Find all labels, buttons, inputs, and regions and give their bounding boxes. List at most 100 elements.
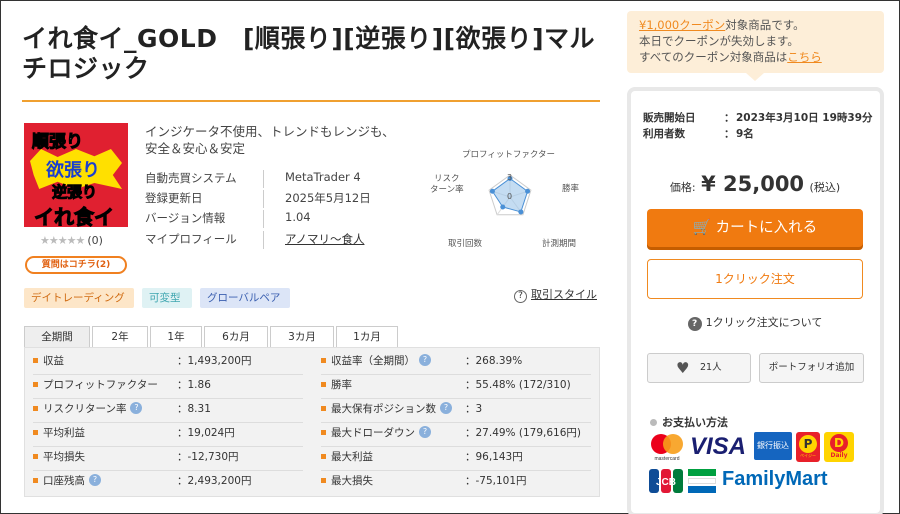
stat-value: ：-75,101円 [465,471,527,492]
jcb-logo: JCB [649,469,683,493]
stat-value: ：19,024円 [177,423,235,444]
cart-icon: 🛒 [692,218,712,236]
title-divider [22,100,600,102]
stat-label: 口座残高 [43,475,85,487]
visa-logo: VISA [690,433,747,460]
stat-row: 勝率 ：55.48% (172/310) [321,375,591,396]
stat-label: 最大利益 [331,451,373,463]
stat-value: ：268.39% [465,351,522,372]
info-icon[interactable]: ? [419,426,431,438]
sale-start-label: 販売開始日 [643,112,696,124]
bullet-icon [321,453,326,459]
payment-title-label: お支払い方法 [662,416,728,429]
stat-value: ：2,493,200円 [177,471,251,492]
radar-label-winrate: 勝率 [562,184,580,194]
coupon-text: 対象商品です。 [725,18,805,32]
stat-label: 最大ドローダウン [331,427,415,439]
stat-value-text: 27.49% (179,616円) [475,427,582,439]
stat-separator: ： [177,427,188,439]
spec-value: 2025年5月12日 [285,191,371,205]
tab-6m[interactable]: 6カ月 [204,326,268,348]
stat-row: 最大利益 ：96,143円 [321,447,591,468]
stat-label: 平均損失 [43,451,85,463]
radar-label-period: 計測期間 [542,239,577,249]
stat-row: プロフィットファクター ：1.86 [33,375,303,396]
stat-value: ：-12,730円 [177,447,239,468]
favorite-count: 21人 [700,362,722,373]
coupon-notice: ¥1,000クーポン対象商品です。 本日でクーポンが失効します。 すべてのクーポ… [627,11,884,81]
radar-point [500,204,506,210]
stat-value: ：1,493,200円 [177,351,251,372]
svg-text:JCB: JCB [656,477,676,488]
stat-row: 平均損失 ：-12,730円 [33,447,303,468]
stat-value: ：55.48% (172/310) [465,375,571,396]
add-to-cart-button[interactable]: 🛒 カートに入れる [647,209,863,247]
thumb-text-3: 逆張り [51,183,98,202]
stat-label: プロフィットファクター [43,379,158,391]
info-icon[interactable]: ? [89,474,101,486]
one-click-order-button[interactable]: 1クリック注文 [647,259,863,299]
stat-value-text: 1.86 [187,379,211,391]
stat-value-text: 1,493,200円 [187,355,252,367]
trade-style-link[interactable]: ? 取引スタイル [514,286,597,303]
tab-all[interactable]: 全期間 [24,326,90,348]
stat-row: 収益 ：1,493,200円 [33,351,303,372]
stat-value-text: 96,143円 [475,451,523,463]
stat-value-text: -75,101円 [475,475,527,487]
thumb-text-4: イれ食イ [34,205,115,228]
rating-count: (0) [87,234,103,247]
radar-label-rr: リスク ターン率 [430,174,464,195]
tag-variable[interactable]: 可変型 [142,288,192,308]
info-icon[interactable]: ? [419,354,431,366]
one-click-help-link[interactable]: ? 1クリック注文について [646,314,864,331]
tab-3m[interactable]: 3カ月 [270,326,334,348]
price-label: 価格: [669,181,696,194]
tab-2y[interactable]: 2年 [92,326,148,348]
stat-separator: ： [465,379,476,391]
stat-separator: ： [177,379,188,391]
add-portfolio-button[interactable]: ポートフォリオ追加 [759,353,864,383]
bullet-icon [33,429,38,435]
help-icon: ? [514,290,527,303]
question-icon: ? [687,317,702,331]
favorite-button[interactable]: ♥ 21人 [647,353,751,383]
performance-radar: プロフィットファクター 勝率 計測期間 取引回数 リスク ターン率 3 0 [420,140,600,250]
spec-separator [263,190,264,208]
tab-1y[interactable]: 1年 [150,326,202,348]
stat-value: ：3 [465,399,482,420]
radar-label-pf: プロフィットファクター [462,150,555,160]
stat-separator: ： [465,403,476,415]
stat-value: ：8.31 [177,399,211,420]
stat-label: 最大損失 [331,475,373,487]
info-icon[interactable]: ? [130,402,143,414]
stat-row: 最大損失 ：-75,101円 [321,471,591,492]
stat-label: 収益 [43,355,64,367]
radar-label-trades: 取引回数 [448,239,483,249]
price-value: ¥ 25,000 [701,172,805,196]
coupon-all-link[interactable]: こちら [787,50,822,64]
price-tax: (税込) [809,181,841,194]
radar-level-3: 3 [507,173,513,182]
spec-key: 登録更新日 [145,191,203,205]
spec-separator [263,210,264,228]
spec-value: 1.04 [285,210,311,224]
daily-logo: D Daily [824,432,854,462]
stat-row: 最大ドローダウン? ：27.49% (179,616円) [321,423,591,444]
rating-stars: ★★★★★ [40,234,85,247]
tab-1m[interactable]: 1カ月 [336,326,398,348]
tag-daytrade[interactable]: デイトレーディング [24,288,134,308]
coupon-link[interactable]: ¥1,000クーポン [639,18,725,32]
rating: ★★★★★ (0) [40,234,103,247]
tag-global-pair[interactable]: グローバルペア [200,288,290,308]
stat-separator: ： [177,403,188,415]
stat-separator: ： [465,475,476,487]
profile-link[interactable]: アノマリ〜食人 [285,231,395,247]
stats-table: 収益 ：1,493,200円 プロフィットファクター ：1.86 リスクリターン率? ：8… [24,347,600,497]
info-icon[interactable]: ? [440,402,452,414]
bullet-icon [321,477,326,483]
stat-value-text: 2,493,200円 [187,475,252,487]
stat-label: 勝率 [331,379,352,391]
ask-question-button[interactable]: 質問はコチラ(2) [25,256,127,274]
stat-value-text: 268.39% [475,355,523,367]
stat-label: 収益率（全期間） [331,355,415,367]
